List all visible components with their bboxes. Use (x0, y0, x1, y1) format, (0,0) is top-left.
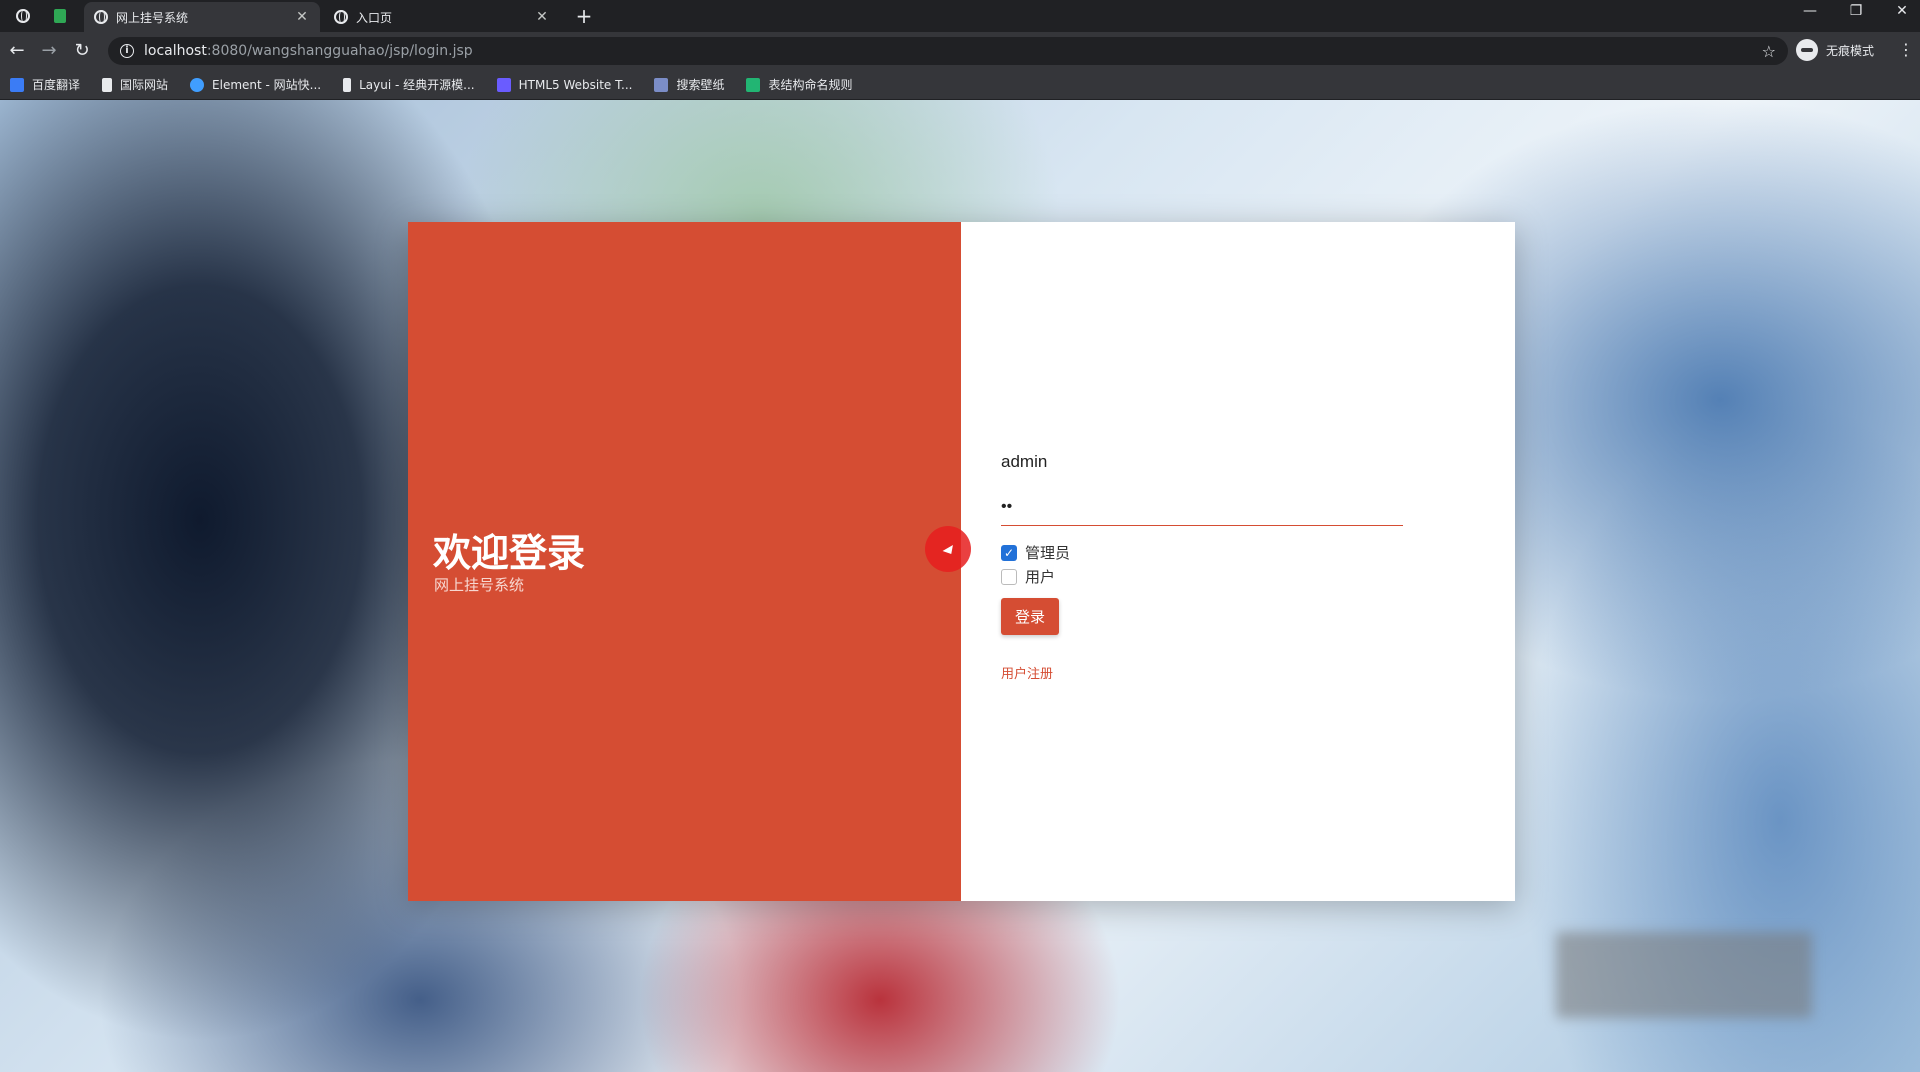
close-icon[interactable]: ✕ (294, 9, 310, 25)
login-page-background: 欢迎登录 网上挂号系统 ✓ 管理员 用户 登录 用户注册 (0, 100, 1920, 1072)
html5-icon (496, 77, 511, 92)
password-field[interactable] (1001, 488, 1403, 526)
close-window-icon[interactable]: ✕ (1890, 3, 1914, 19)
login-button[interactable]: 登录 (1001, 598, 1059, 635)
incognito-profile[interactable]: 无痕模式 (1796, 39, 1874, 61)
forward-arrow-icon[interactable]: → (38, 40, 60, 62)
tab-title: 入口页 (356, 10, 393, 25)
bookmark-item[interactable]: 国际网站 (102, 76, 168, 93)
bookmarks-bar: 百度翻译 国际网站 Element - 网站快... Layui - 经典开源模… (0, 70, 1920, 100)
bookmark-item[interactable]: Element - 网站快... (190, 76, 321, 93)
table-icon (746, 77, 761, 92)
flag-icon (102, 77, 113, 92)
role-user-option[interactable]: 用户 (1001, 566, 1055, 587)
bookmark-item[interactable]: Layui - 经典开源模... (343, 76, 475, 93)
blurred-watermark (1556, 932, 1812, 1018)
layui-icon (343, 77, 352, 92)
back-arrow-icon[interactable]: ← (6, 40, 28, 62)
browser-tab-bar: 网上挂号系统 ✕ 入口页 ✕ + — ❐ ✕ (0, 0, 1920, 32)
bookmark-item[interactable]: HTML5 Website T... (496, 77, 632, 92)
register-link[interactable]: 用户注册 (1001, 663, 1053, 682)
new-tab-button[interactable]: + (574, 4, 594, 28)
minimize-icon[interactable]: — (1798, 3, 1822, 19)
globe-icon (334, 10, 348, 24)
menu-kebab-icon[interactable]: ⋮ (1898, 40, 1914, 59)
profile-label: 无痕模式 (1826, 43, 1875, 58)
bookmark-star-icon[interactable]: ☆ (1762, 42, 1776, 61)
address-bar[interactable]: i localhost :8080/wangshangguahao/jsp/lo… (108, 37, 1788, 65)
browser-toolbar: ← → ↻ i localhost :8080/wangshangguahao/… (0, 32, 1920, 70)
welcome-subtitle: 网上挂号系统 (434, 576, 525, 594)
globe-icon (94, 10, 108, 24)
brand-panel: 欢迎登录 网上挂号系统 (408, 222, 961, 901)
wallpaper-icon (654, 77, 669, 92)
element-icon (190, 77, 205, 92)
incognito-icon (1796, 39, 1818, 61)
role-label: 管理员 (1025, 544, 1071, 562)
restore-icon[interactable]: ❐ (1844, 3, 1868, 19)
close-icon[interactable]: ✕ (534, 9, 550, 25)
bookmark-item[interactable]: 搜索壁纸 (654, 76, 724, 93)
checkbox-checked[interactable]: ✓ (1001, 544, 1017, 561)
url-host: localhost (144, 43, 207, 59)
tab-inactive[interactable]: 入口页 ✕ (324, 2, 560, 32)
reload-icon[interactable]: ↻ (71, 40, 93, 62)
login-form: ✓ 管理员 用户 登录 用户注册 (961, 222, 1515, 901)
welcome-title: 欢迎登录 (433, 531, 586, 575)
role-admin-option[interactable]: ✓ 管理员 (1001, 542, 1070, 563)
pinned-tab-icon[interactable] (50, 6, 70, 26)
url-path: :8080/wangshangguahao/jsp/login.jsp (206, 43, 473, 59)
info-icon[interactable]: i (120, 44, 134, 58)
tab-search-icon[interactable] (13, 6, 33, 26)
bookmark-icon (10, 77, 24, 92)
tab-active[interactable]: 网上挂号系统 ✕ (84, 2, 320, 32)
bookmark-item[interactable]: 表结构命名规则 (746, 76, 852, 93)
checkbox-unchecked[interactable] (1001, 568, 1017, 585)
bookmark-item[interactable]: 百度翻译 (10, 76, 80, 93)
username-field[interactable] (1001, 446, 1403, 478)
tab-title: 网上挂号系统 (116, 10, 189, 25)
role-label: 用户 (1025, 568, 1056, 586)
